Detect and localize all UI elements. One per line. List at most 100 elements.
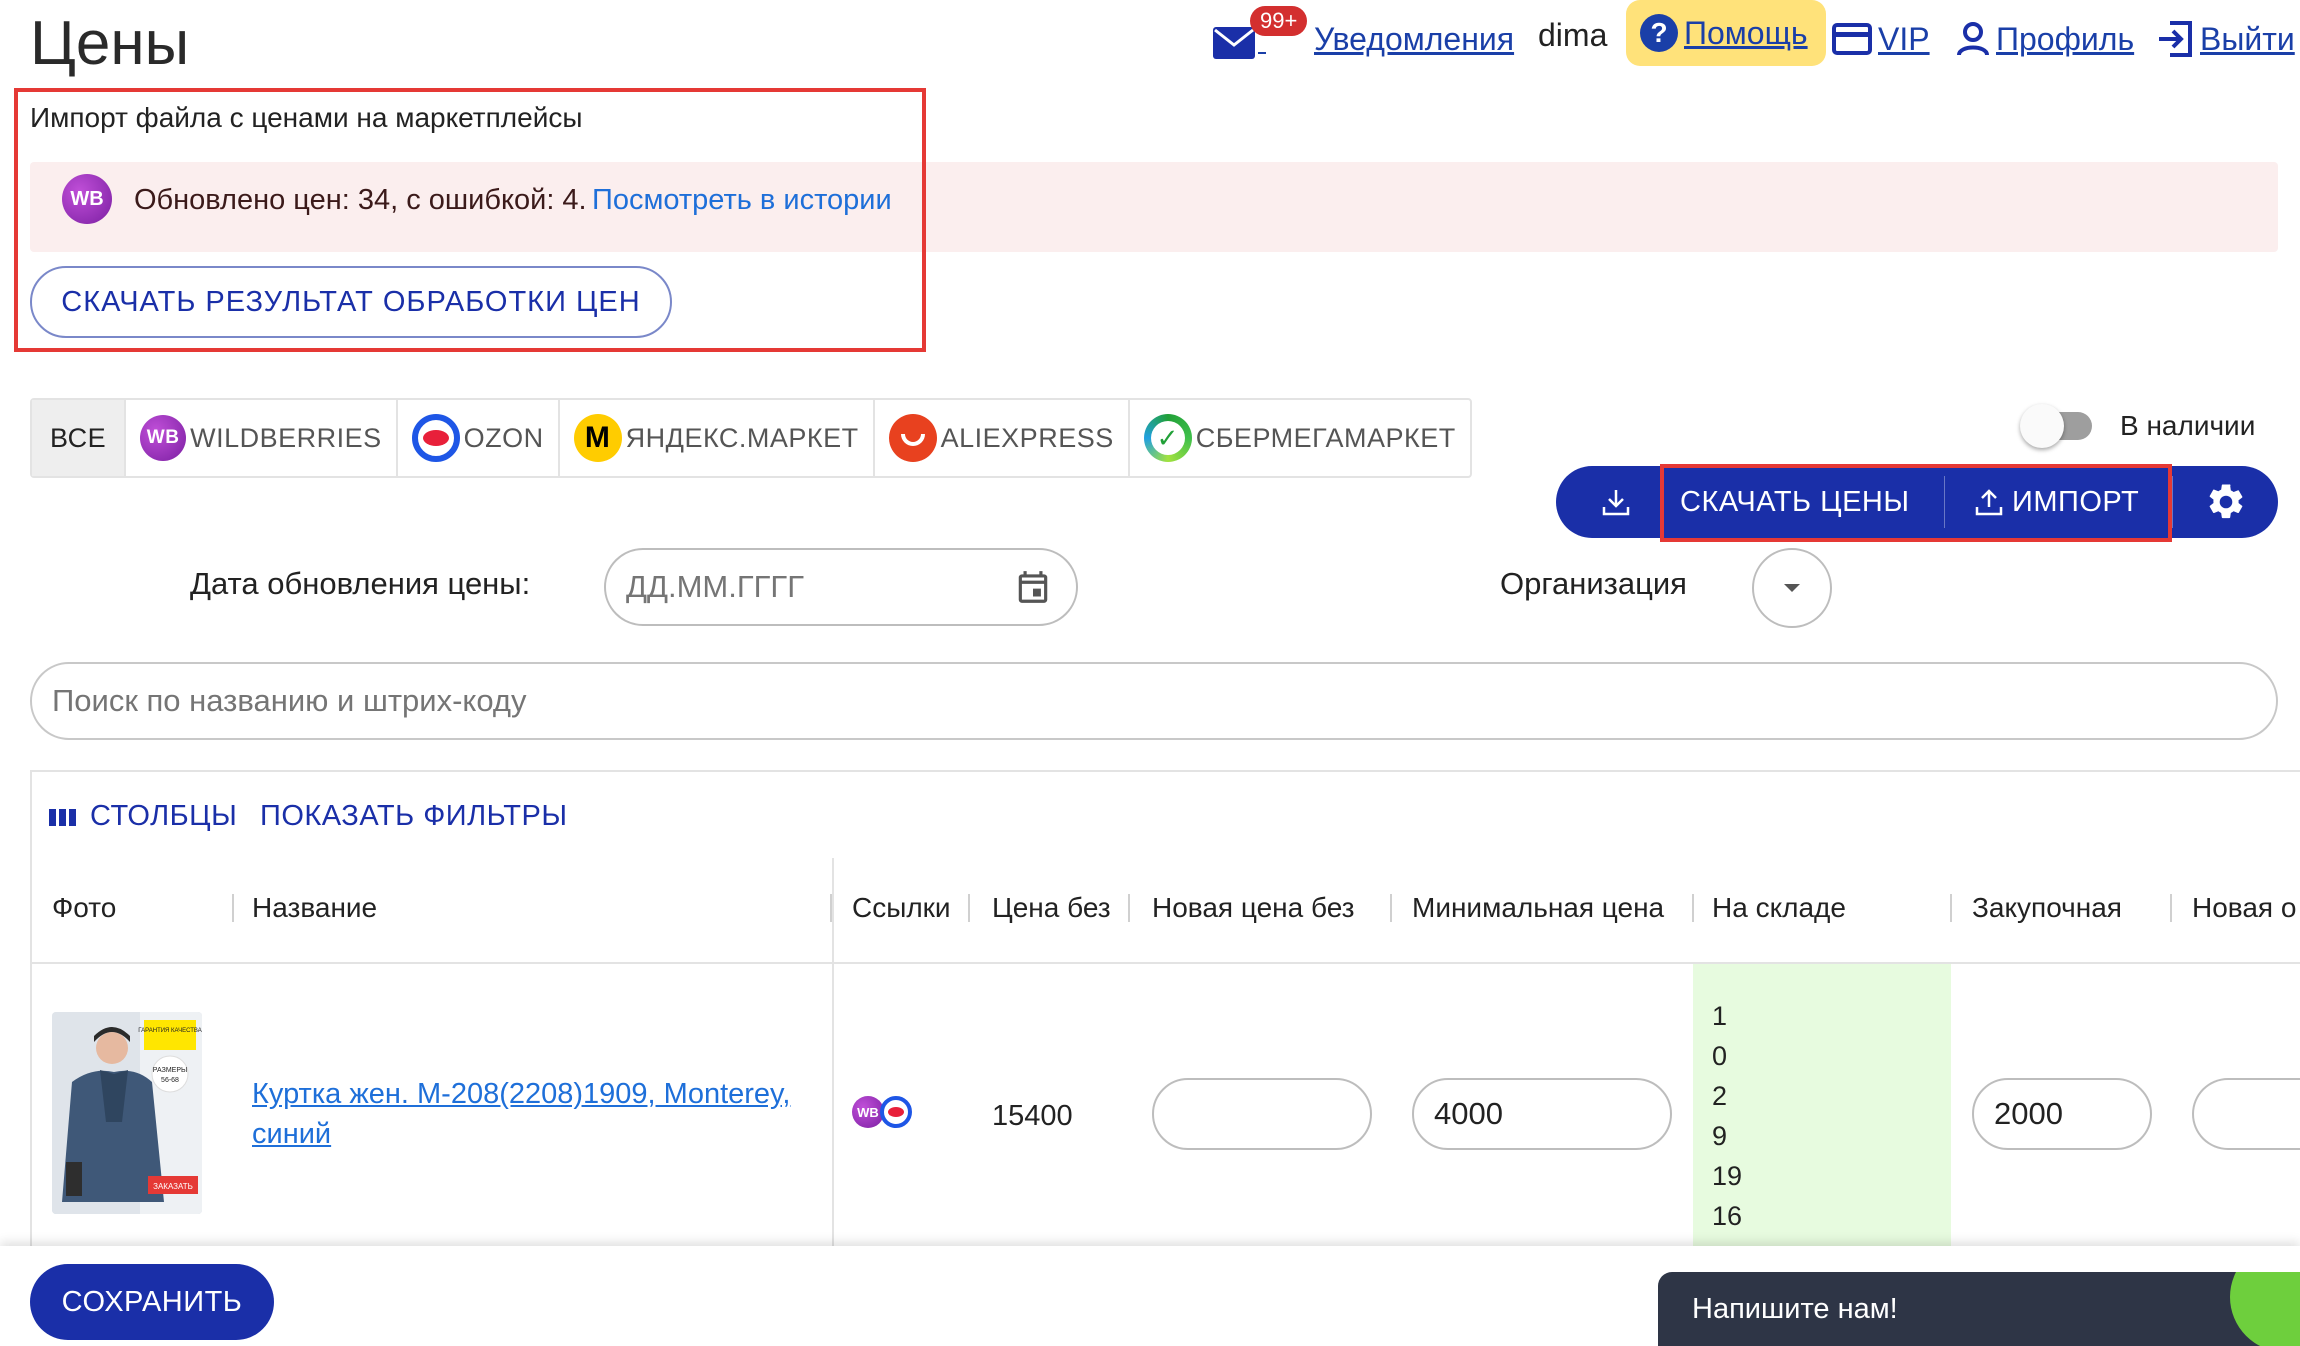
yandex-market-logo-icon: М bbox=[573, 414, 622, 462]
in-stock-toggle-knob[interactable] bbox=[2020, 404, 2064, 448]
columns-button[interactable]: СТОЛБЦЫ bbox=[48, 800, 237, 833]
notification-badge: 99+ bbox=[1250, 6, 1308, 36]
header-bottom-line bbox=[32, 962, 2300, 964]
ozon-link-icon[interactable] bbox=[880, 1096, 912, 1128]
stock-value: 19 bbox=[1712, 1161, 1743, 1191]
tab-sbermegamarket[interactable]: ✓ СБЕРМЕГАМАРКЕТ bbox=[1130, 400, 1470, 476]
aliexpress-logo-icon bbox=[888, 414, 937, 462]
username-text: dima bbox=[1538, 16, 1608, 53]
product-name-link[interactable]: Куртка жен. М-208(2208)1909, Monterey, с… bbox=[252, 1074, 812, 1154]
tab-ozon[interactable]: OZON bbox=[398, 400, 560, 476]
logout-link-wrap[interactable]: Выйти bbox=[2156, 10, 2295, 68]
settings-button[interactable] bbox=[2194, 466, 2258, 538]
min-price-input[interactable]: 4000 bbox=[1412, 1078, 1672, 1150]
header-in-stock: На складе bbox=[1712, 892, 1846, 923]
help-button[interactable]: ? Помощь bbox=[1626, 0, 1826, 66]
actions-highlight-box bbox=[1660, 464, 2172, 542]
tab-all-label: ВСЕ bbox=[50, 422, 107, 453]
header-separator bbox=[232, 894, 234, 922]
notifications-link-wrap[interactable]: Уведомления bbox=[1314, 10, 1514, 68]
logout-link[interactable]: Выйти bbox=[2200, 21, 2295, 58]
chat-widget-text: Напишите нам! bbox=[1692, 1292, 1898, 1325]
tab-aliexpress-label: ALIEXPRESS bbox=[940, 422, 1114, 453]
mail-icon bbox=[1213, 27, 1255, 59]
header-separator bbox=[1692, 894, 1694, 922]
stock-value: 0 bbox=[1712, 1041, 1728, 1071]
profile-link[interactable]: Профиль bbox=[1996, 21, 2134, 58]
vip-card-icon bbox=[1832, 23, 1872, 55]
tab-yandex-market[interactable]: М ЯНДЕКС.МАРКЕТ bbox=[560, 400, 875, 476]
date-input[interactable] bbox=[626, 569, 986, 605]
help-icon: ? bbox=[1640, 14, 1678, 52]
search-input[interactable] bbox=[52, 683, 2256, 719]
photo-sizes-text: РАЗМЕРЫ bbox=[153, 1067, 187, 1074]
stock-value: 9 bbox=[1712, 1121, 1728, 1151]
header-name: Название bbox=[252, 892, 378, 923]
chat-widget[interactable]: Напишите нам! bbox=[1658, 1272, 2300, 1346]
chevron-down-icon bbox=[1784, 584, 1800, 592]
header-new-other: Новая о bbox=[2192, 892, 2297, 923]
username: dima bbox=[1538, 6, 1607, 64]
header-separator bbox=[968, 894, 970, 922]
mail-underline bbox=[1258, 52, 1266, 54]
profile-link-wrap[interactable]: Профиль bbox=[1956, 10, 2134, 68]
header-separator bbox=[1128, 894, 1130, 922]
tab-wildberries-label: WILDBERRIES bbox=[190, 422, 382, 453]
organization-label: Организация bbox=[1500, 566, 1687, 601]
stock-values: 1 0 2 9 19 16 bbox=[1712, 996, 1742, 1236]
stock-value: 16 bbox=[1712, 1201, 1743, 1231]
download-button[interactable] bbox=[1586, 466, 1646, 538]
tab-wildberries[interactable]: WB WILDBERRIES bbox=[126, 400, 398, 476]
photo-range-text: 56-68 bbox=[161, 1077, 179, 1084]
new-other-input[interactable] bbox=[2192, 1078, 2300, 1150]
page-title: Цены bbox=[30, 9, 190, 78]
tab-all[interactable]: ВСЕ bbox=[32, 400, 127, 476]
wildberries-logo-icon: WB bbox=[140, 415, 187, 461]
history-link[interactable]: Посмотреть в истории bbox=[592, 184, 892, 217]
date-filter-label: Дата обновления цены: bbox=[190, 566, 531, 601]
sbermegamarket-logo-icon: ✓ bbox=[1143, 414, 1192, 462]
columns-icon bbox=[49, 808, 76, 826]
tab-sbermegamarket-label: СБЕРМЕГАМАРКЕТ bbox=[1195, 422, 1456, 453]
header-separator bbox=[1390, 894, 1392, 922]
columns-label: СТОЛБЦЫ bbox=[90, 800, 238, 832]
product-photo[interactable]: ГАРАНТИЯ КАЧЕСТВА РАЗМЕРЫ 56-68 ЗАКАЗАТЬ bbox=[52, 1012, 202, 1214]
download-icon bbox=[1602, 490, 1630, 516]
header-separator bbox=[2170, 894, 2172, 922]
prices-table bbox=[30, 770, 2300, 1250]
help-link[interactable]: Помощь bbox=[1684, 15, 1808, 52]
import-title: Импорт файла с ценами на маркетплейсы bbox=[30, 102, 583, 133]
vip-link-wrap[interactable]: VIP bbox=[1832, 10, 1930, 68]
date-field[interactable] bbox=[604, 548, 1078, 626]
wildberries-logo-icon: WB bbox=[62, 174, 112, 224]
header-links: Ссылки bbox=[852, 892, 951, 923]
download-result-button[interactable]: СКАЧАТЬ РЕЗУЛЬТАТ ОБРАБОТКИ ЦЕН bbox=[30, 266, 672, 338]
current-price: 15400 bbox=[992, 1100, 1073, 1132]
search-field[interactable] bbox=[30, 662, 2278, 740]
stock-value: 2 bbox=[1712, 1081, 1728, 1111]
column-divider bbox=[832, 858, 834, 1250]
action-divider bbox=[2172, 476, 2173, 528]
header-separator bbox=[830, 894, 832, 922]
product-links: WB bbox=[852, 1096, 912, 1128]
tab-ozon-label: OZON bbox=[463, 422, 544, 453]
ozon-logo-icon bbox=[411, 414, 460, 462]
calendar-icon[interactable] bbox=[1014, 567, 1052, 607]
header-purchase: Закупочная bbox=[1972, 892, 2122, 923]
save-button[interactable]: СОХРАНИТЬ bbox=[30, 1264, 274, 1340]
header-photo: Фото bbox=[52, 892, 117, 923]
header-min-price: Минимальная цена bbox=[1412, 892, 1665, 923]
stock-value: 1 bbox=[1712, 1001, 1728, 1031]
profile-icon bbox=[1957, 22, 1989, 56]
notifications-link[interactable]: Уведомления bbox=[1314, 21, 1514, 58]
tab-aliexpress[interactable]: ALIEXPRESS bbox=[875, 400, 1130, 476]
mail-button[interactable]: 99+ bbox=[1212, 6, 1308, 64]
purchase-price-input[interactable]: 2000 bbox=[1972, 1078, 2152, 1150]
vip-link[interactable]: VIP bbox=[1878, 21, 1930, 58]
tab-yandex-market-label: ЯНДЕКС.МАРКЕТ bbox=[625, 422, 859, 453]
header-separator bbox=[1950, 894, 1952, 922]
show-filters-button[interactable]: ПОКАЗАТЬ ФИЛЬТРЫ bbox=[260, 800, 568, 833]
new-price-input[interactable] bbox=[1152, 1078, 1372, 1150]
header-price: Цена без bbox=[992, 892, 1111, 923]
organization-select[interactable] bbox=[1752, 548, 1832, 628]
